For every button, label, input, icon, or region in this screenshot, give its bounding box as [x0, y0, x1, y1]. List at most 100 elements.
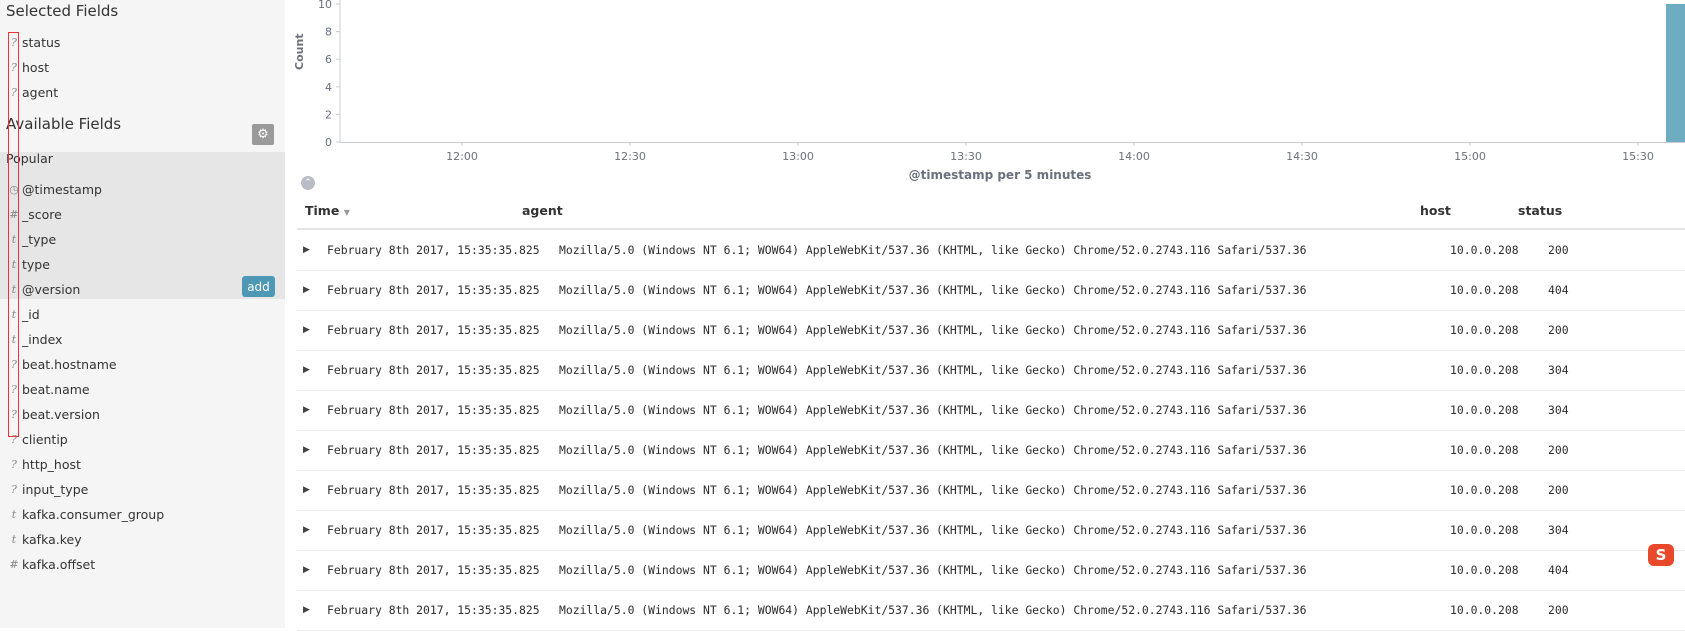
column-header-status[interactable]: status — [1518, 198, 1562, 228]
y-tick-label: 6 — [325, 53, 332, 66]
field-item[interactable]: ? host — [0, 54, 285, 81]
caret-right-icon[interactable]: ▶ — [303, 310, 310, 350]
field-item[interactable]: ? clientip — [0, 426, 285, 453]
field-name: _id — [22, 307, 40, 322]
field-item[interactable]: # _score — [0, 201, 285, 228]
caret-right-icon[interactable]: ▶ — [303, 430, 310, 470]
column-header-agent[interactable]: agent — [522, 198, 563, 228]
field-name: _index — [22, 332, 63, 347]
highlight-annotation-box — [8, 32, 19, 437]
x-tick-label: 12:30 — [614, 150, 646, 163]
x-tick-label: 14:30 — [1286, 150, 1318, 163]
table-row[interactable]: ▶ February 8th 2017, 15:35:35.825 Mozilla/… — [297, 270, 1685, 311]
field-item[interactable]: ? beat.hostname — [0, 351, 285, 378]
caret-right-icon[interactable]: ▶ — [303, 550, 310, 590]
caret-right-icon[interactable]: ▶ — [303, 470, 310, 510]
field-item[interactable]: ? agent — [0, 79, 285, 106]
cell-host: 10.0.0.208 — [1450, 403, 1519, 417]
table-row[interactable]: ▶ February 8th 2017, 15:35:35.825 Mozilla/… — [297, 390, 1685, 431]
chart-y-axis-label: Count — [293, 33, 306, 70]
cell-status: 404 — [1548, 283, 1569, 297]
field-name: input_type — [22, 482, 89, 497]
sort-down-icon[interactable]: ▼ — [344, 208, 350, 217]
table-row[interactable]: ▶ February 8th 2017, 15:35:35.825 Mozilla/… — [297, 430, 1685, 471]
field-name: @timestamp — [22, 182, 102, 197]
table-row[interactable]: ▶ February 8th 2017, 15:35:35.825 Mozilla/… — [297, 550, 1685, 591]
field-item[interactable]: ◷ @timestamp — [0, 176, 285, 203]
string-type-icon: t — [11, 533, 17, 546]
table-row[interactable]: ▶ February 8th 2017, 15:35:35.825 Mozilla/… — [297, 510, 1685, 551]
x-tick-label: 15:30 — [1622, 150, 1654, 163]
field-item[interactable]: t _index — [0, 326, 285, 353]
field-item[interactable]: ? http_host — [0, 451, 285, 478]
caret-right-icon[interactable]: ▶ — [303, 350, 310, 390]
field-item[interactable]: t _id — [0, 301, 285, 328]
field-settings-button[interactable]: ⚙ — [252, 124, 274, 145]
field-item[interactable]: ? beat.name — [0, 376, 285, 403]
field-name: _type — [22, 232, 57, 247]
add-field-button[interactable]: add — [242, 276, 275, 297]
chart-x-axis-label: @timestamp per 5 minutes — [908, 168, 1092, 182]
cell-host: 10.0.0.208 — [1450, 563, 1519, 577]
histogram-chart: 0 2 4 6 8 10 12:00 12:30 13:00 13:30 14:00 14:30 15:… — [290, 0, 1685, 190]
cell-status: 200 — [1548, 443, 1569, 457]
field-name: kafka.key — [22, 532, 82, 547]
cell-status: 304 — [1548, 403, 1569, 417]
table-row[interactable]: ▶ February 8th 2017, 15:35:35.825 Mozilla/… — [297, 350, 1685, 391]
field-item[interactable]: ? beat.version — [0, 401, 285, 428]
column-header-time[interactable]: Time ▼ — [305, 198, 350, 228]
unknown-type-icon: ? — [11, 458, 17, 471]
field-name: kafka.consumer_group — [22, 507, 165, 522]
x-tick-label: 13:00 — [782, 150, 814, 163]
column-header-time-label: Time — [305, 203, 340, 218]
string-type-icon: t — [11, 508, 17, 521]
x-tick-label: 15:00 — [1454, 150, 1486, 163]
field-item[interactable]: t type — [0, 251, 285, 278]
table-row[interactable]: ▶ February 8th 2017, 15:35:35.825 Mozilla/… — [297, 310, 1685, 351]
field-name: clientip — [22, 432, 68, 447]
column-header-host[interactable]: host — [1420, 198, 1451, 228]
field-name: beat.hostname — [22, 357, 117, 372]
cell-time: February 8th 2017, 15:35:35.825 — [327, 243, 540, 257]
caret-right-icon[interactable]: ▶ — [303, 510, 310, 550]
caret-right-icon[interactable]: ▶ — [303, 390, 310, 430]
field-item[interactable]: t kafka.key — [0, 526, 285, 553]
field-item[interactable]: # kafka.offset — [0, 551, 285, 578]
cell-agent: Mozilla/5.0 (Windows NT 6.1; WOW64) Appl… — [559, 523, 1307, 537]
caret-right-icon[interactable]: ▶ — [303, 590, 310, 630]
field-name: @version — [22, 282, 81, 297]
field-item[interactable]: t kafka.consumer_group — [0, 501, 285, 528]
cell-agent: Mozilla/5.0 (Windows NT 6.1; WOW64) Appl… — [559, 403, 1307, 417]
collapse-chart-button[interactable]: ⌃ — [301, 176, 315, 190]
field-item[interactable]: ? input_type — [0, 476, 285, 503]
x-tick-label: 13:30 — [950, 150, 982, 163]
cell-agent: Mozilla/5.0 (Windows NT 6.1; WOW64) Appl… — [559, 243, 1307, 257]
field-name: agent — [22, 85, 59, 100]
table-header: Time ▼ agent host status — [297, 198, 1685, 230]
field-name: beat.version — [22, 407, 100, 422]
cell-agent: Mozilla/5.0 (Windows NT 6.1; WOW64) Appl… — [559, 363, 1307, 377]
table-row[interactable]: ▶ February 8th 2017, 15:35:35.825 Mozilla/… — [297, 470, 1685, 511]
cell-time: February 8th 2017, 15:35:35.825 — [327, 403, 540, 417]
y-tick-label: 4 — [325, 81, 332, 94]
cell-time: February 8th 2017, 15:35:35.825 — [327, 523, 540, 537]
cell-host: 10.0.0.208 — [1450, 603, 1519, 617]
gear-icon: ⚙ — [257, 127, 269, 142]
cell-status: 200 — [1548, 323, 1569, 337]
caret-right-icon[interactable]: ▶ — [303, 230, 310, 270]
chevron-up-icon: ⌃ — [304, 178, 312, 188]
field-name: http_host — [22, 457, 81, 472]
table-row[interactable]: ▶ February 8th 2017, 15:35:35.825 Mozilla/… — [297, 590, 1685, 631]
sogou-s-icon[interactable]: S — [1648, 544, 1674, 566]
y-tick-label: 10 — [318, 0, 332, 11]
y-tick-label: 0 — [325, 136, 332, 149]
cell-host: 10.0.0.208 — [1450, 363, 1519, 377]
field-name: beat.name — [22, 382, 90, 397]
field-item[interactable]: t _type — [0, 226, 285, 253]
cell-status: 200 — [1548, 603, 1569, 617]
field-item[interactable]: ? status — [0, 29, 285, 56]
table-row[interactable]: ▶ February 8th 2017, 15:35:35.825 Mozilla/… — [297, 230, 1685, 271]
cell-agent: Mozilla/5.0 (Windows NT 6.1; WOW64) Appl… — [559, 563, 1307, 577]
cell-time: February 8th 2017, 15:35:35.825 — [327, 323, 540, 337]
caret-right-icon[interactable]: ▶ — [303, 270, 310, 310]
